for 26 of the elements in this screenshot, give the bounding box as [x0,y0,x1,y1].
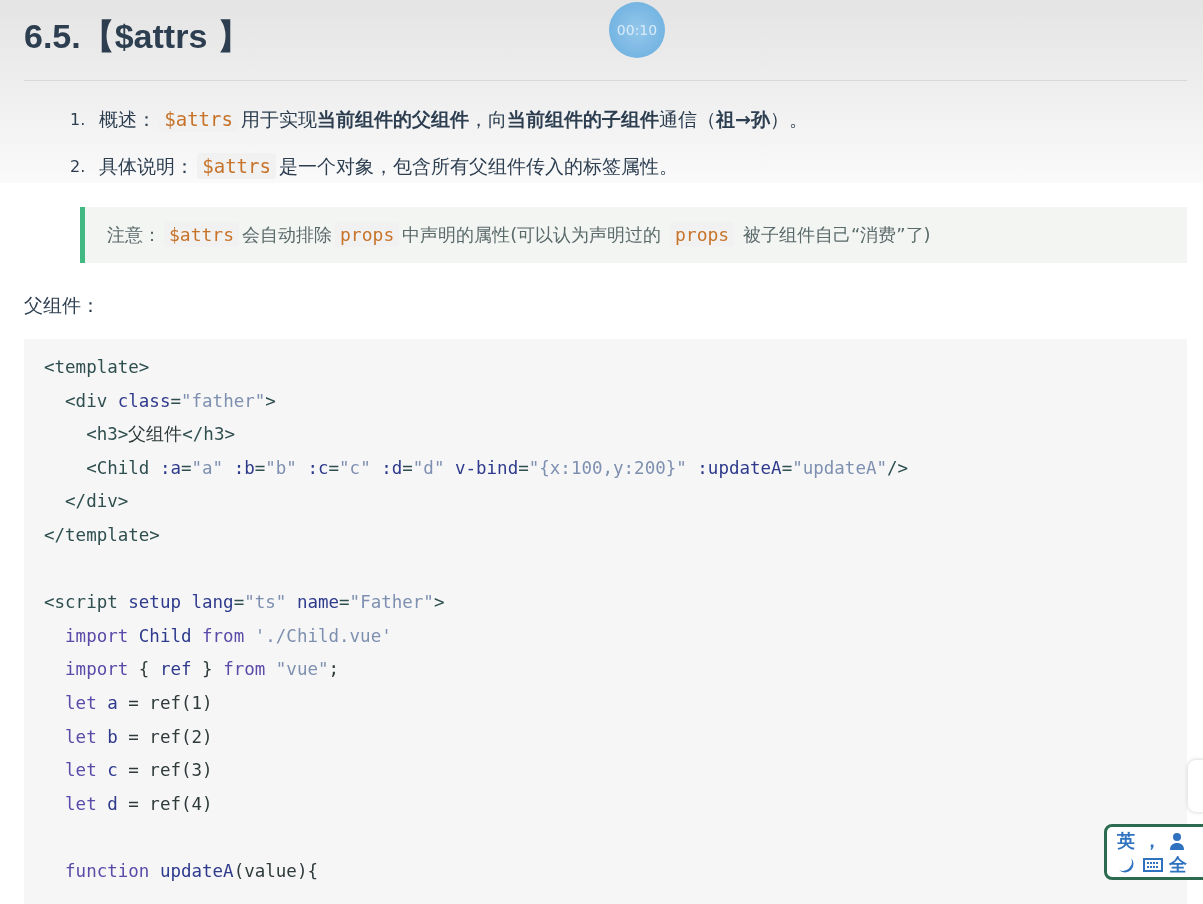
list-text: 概述： $attrs 用于实现当前组件的父组件，向 当前组件的子组件通信（祖→孙）。 [99,106,808,133]
section-label: 父组件： [23,293,101,318]
list-number: 1. [70,110,86,129]
code-line: <template> [44,356,150,379]
punctuation-toggle[interactable]: ， [1143,829,1169,853]
code-line: </template> [44,523,160,547]
code-line: let b = ref(2) [64,725,213,749]
code-line: </div> [64,490,129,514]
code-line: <Child :a="a" :b="b" :c="c" :d="d" v-bind="{x:100,y:200}" :updateA="updateA"/> [85,456,909,480]
code-line: <div class="father"> [64,389,276,413]
user-icon[interactable] [1169,832,1185,850]
note-callout: 注意： $attrs 会自动排除 props 中声明的属性(可以认为声明过的 props 被子组件自己“消费”了) [80,207,1187,263]
code-line: let c = ref(3) [64,759,213,783]
code-line: let d = ref(4) [64,792,213,816]
list-number: 2. [70,157,86,176]
code-line: import Child from './Child.vue' [64,624,392,648]
code-line: let a = ref(1) [64,691,213,715]
code-line: <script setup lang="ts" name="Father"> [44,591,445,615]
list-text: 具体说明： $attrs 是一个对象，包含所有父组件传入的标签属性。 [99,153,678,180]
width-toggle[interactable]: 全 [1169,853,1195,877]
code-line: import { ref } from "vue"; [64,658,340,682]
keyboard-icon[interactable] [1143,858,1163,872]
code-line: <h3>父组件</h3> [85,423,235,447]
code-line: function updateA(value){ [64,859,318,883]
language-toggle[interactable]: 英 [1117,829,1143,853]
ime-toolbar[interactable]: 英 ， 全 [1104,824,1203,880]
